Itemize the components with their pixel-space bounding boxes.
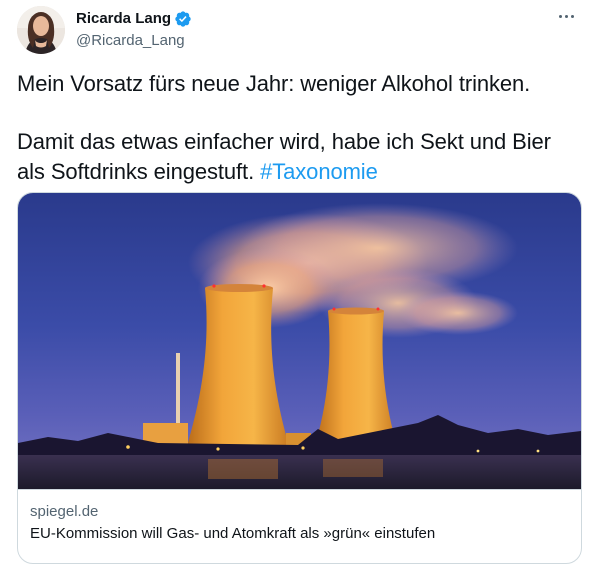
card-title: EU-Kommission will Gas- und Atomkraft al… (30, 525, 436, 542)
link-card[interactable]: spiegel.de EU-Kommission will Gas- und A… (17, 192, 582, 564)
tweet: Ricarda Lang @Ricarda_Lang Mein Vorsatz … (0, 0, 596, 564)
more-options-icon[interactable] (554, 6, 578, 26)
tweet-line-2: Damit das etwas einfacher wird, habe ich… (17, 127, 582, 187)
verified-badge-icon (175, 11, 191, 27)
display-name[interactable]: Ricarda Lang (76, 9, 171, 29)
handle[interactable]: @Ricarda_Lang (76, 31, 192, 51)
author-block: Ricarda Lang @Ricarda_Lang (76, 9, 192, 51)
avatar[interactable] (17, 6, 65, 54)
tweet-text: Mein Vorsatz fürs neue Jahr: weniger Alk… (17, 69, 582, 187)
card-image (18, 193, 581, 489)
card-domain: spiegel.de (30, 503, 99, 520)
card-meta: spiegel.de EU-Kommission will Gas- und A… (18, 489, 581, 563)
avatar-image (17, 6, 65, 54)
display-name-row: Ricarda Lang (76, 9, 192, 29)
hashtag-link[interactable]: #Taxonomie (260, 159, 378, 184)
tweet-line-1: Mein Vorsatz fürs neue Jahr: weniger Alk… (17, 71, 531, 96)
